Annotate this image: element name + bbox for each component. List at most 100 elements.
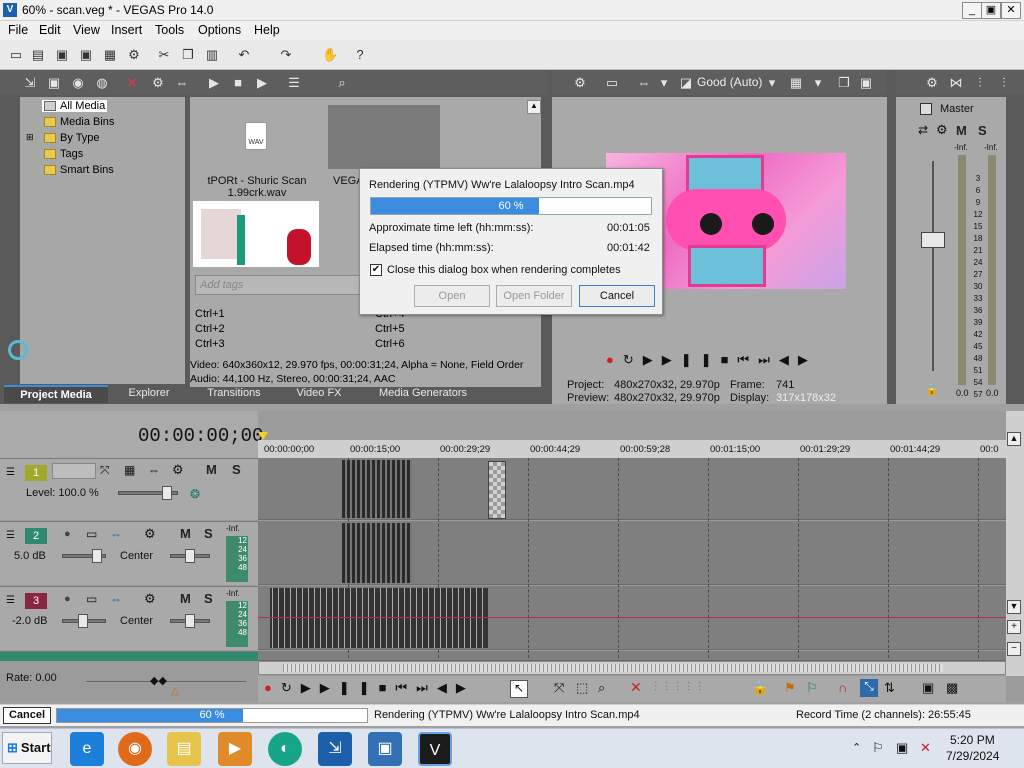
next-frame-icon[interactable]: ▶: [456, 680, 475, 695]
tab-explorer[interactable]: Explorer: [110, 385, 188, 403]
scroll-up-button[interactable]: ▲: [1007, 432, 1021, 446]
video-clip-transparent[interactable]: [488, 461, 506, 519]
preview-properties-icon[interactable]: ⚙: [572, 75, 588, 91]
show-hidden-icons[interactable]: ⌃: [852, 741, 861, 754]
virtualbox-icon[interactable]: ▣: [368, 732, 402, 766]
auto-ripple-icon[interactable]: ⤡: [860, 679, 878, 697]
app-icon-blue[interactable]: ⇲: [318, 732, 352, 766]
menu-file[interactable]: File: [8, 23, 28, 37]
delete-icon[interactable]: ✕: [630, 679, 642, 696]
internet-explorer-icon[interactable]: e: [70, 732, 104, 766]
playhead-marker-icon[interactable]: [258, 432, 268, 440]
track-name-field[interactable]: [52, 463, 96, 479]
parent-overlay-icon[interactable]: ⇔: [148, 463, 160, 477]
pan-slider-handle[interactable]: [185, 614, 195, 628]
track-motion-icon[interactable]: ⤧: [100, 463, 110, 478]
paste-icon[interactable]: ▥: [204, 47, 220, 63]
scroll-up-button[interactable]: ▲: [527, 100, 541, 114]
start-button[interactable]: ⊞ Start: [2, 732, 52, 764]
zoom-in-icon[interactable]: +: [1007, 620, 1021, 634]
tree-item-tags[interactable]: Tags: [44, 148, 83, 160]
arm-record-icon[interactable]: ●: [64, 528, 71, 540]
master-solo-button[interactable]: S: [978, 123, 987, 138]
go-to-end-icon[interactable]: ⏭: [416, 680, 437, 695]
import-media-icon[interactable]: ⇲: [22, 75, 38, 91]
channel-icon[interactable]: ⫶: [996, 75, 1012, 91]
pause-icon[interactable]: ❚❚: [681, 352, 721, 367]
undo-icon[interactable]: ↶: [236, 47, 252, 63]
menu-edit[interactable]: Edit: [39, 23, 61, 37]
stop-icon[interactable]: ■: [230, 75, 246, 91]
play-from-start-icon[interactable]: ▶: [643, 352, 662, 367]
remove-icon[interactable]: ✕: [124, 75, 140, 91]
capture-icon[interactable]: ▣: [46, 75, 62, 91]
audio-clip-events-2[interactable]: [342, 523, 412, 583]
media-fx-icon[interactable]: ⚙: [150, 75, 166, 91]
prev-frame-icon[interactable]: ◀: [779, 352, 798, 367]
file-explorer-icon[interactable]: ▤: [167, 732, 201, 766]
track-fx-icon[interactable]: ⚙: [144, 526, 156, 542]
track-fx-icon[interactable]: ⚙: [172, 462, 184, 478]
snapping-magnet-icon[interactable]: ∩: [838, 680, 847, 695]
invert-phase-icon[interactable]: ▭: [86, 527, 97, 541]
pause-icon[interactable]: ❚❚: [339, 680, 379, 695]
volume-slider-handle[interactable]: [78, 614, 88, 628]
zoom-out-icon[interactable]: −: [1007, 642, 1021, 656]
stop-icon[interactable]: ■: [721, 352, 738, 367]
dropdown-icon[interactable]: ▾: [810, 75, 826, 91]
master-fx-icon[interactable]: ⇄: [918, 123, 928, 137]
split-screen-icon[interactable]: ⇔: [636, 75, 652, 91]
master-properties-icon[interactable]: ⚙: [924, 75, 940, 91]
track-header-audio-4[interactable]: [0, 651, 258, 661]
ripple-mode-icon[interactable]: ⇅: [884, 680, 895, 696]
menu-view[interactable]: View: [73, 23, 100, 37]
tab-media-generators[interactable]: Media Generators: [360, 385, 486, 403]
save-snapshot-icon[interactable]: ▣: [858, 75, 874, 91]
tree-item-by-type[interactable]: By Type: [44, 132, 100, 144]
minimize-button[interactable]: _: [962, 2, 982, 19]
clock-date[interactable]: 7/29/2024: [946, 749, 999, 763]
downmix-icon[interactable]: ⋈: [948, 75, 964, 91]
tree-item-media-bins[interactable]: Media Bins: [44, 116, 114, 128]
media-thumbnail-video[interactable]: [193, 201, 319, 267]
menu-insert[interactable]: Insert: [111, 23, 142, 37]
prev-frame-icon[interactable]: ◀: [437, 680, 456, 695]
collapse-track-icon[interactable]: ☰: [6, 530, 15, 541]
web-icon[interactable]: ◍: [94, 75, 110, 91]
zoom-tool-icon[interactable]: ⌕: [598, 680, 605, 696]
save-icon[interactable]: ▣: [54, 47, 70, 63]
screen-capture-icon[interactable]: ▩: [946, 680, 958, 696]
scroll-thumb[interactable]: [283, 664, 943, 672]
tab-video-fx[interactable]: Video FX: [280, 385, 358, 403]
open-folder-button[interactable]: Open Folder: [496, 285, 572, 307]
render-to-track-icon[interactable]: ▣: [922, 680, 934, 696]
collapse-track-icon[interactable]: ☰: [6, 467, 15, 478]
get-media-icon[interactable]: ◉: [70, 75, 86, 91]
media-thumbnail-gray[interactable]: [328, 105, 440, 169]
rate-slider-handle[interactable]: ◆◆: [150, 674, 167, 687]
network-icon[interactable]: ▣: [896, 740, 908, 756]
track-mute-button[interactable]: M: [206, 462, 217, 477]
track-channels-icon[interactable]: ⇔: [110, 592, 122, 606]
track-mute-button[interactable]: M: [180, 591, 191, 606]
track-solo-button[interactable]: S: [204, 591, 213, 606]
media-generators-icon[interactable]: ⇔: [174, 75, 190, 91]
play-icon[interactable]: ▶: [206, 75, 222, 91]
copy-icon[interactable]: ❐: [180, 47, 196, 63]
render-icon[interactable]: ▦: [102, 47, 118, 63]
track-channels-icon[interactable]: ⇔: [110, 527, 122, 541]
properties-icon[interactable]: ⚙: [126, 47, 142, 63]
region-icon[interactable]: ⚐: [806, 680, 818, 696]
next-frame-icon[interactable]: ▶: [798, 352, 817, 367]
lock-envelopes-icon[interactable]: 🔒: [752, 680, 768, 696]
expand-icon[interactable]: ⊞: [26, 132, 34, 143]
record-icon[interactable]: ●: [264, 680, 281, 695]
track-solo-button[interactable]: S: [232, 462, 241, 477]
tab-project-media[interactable]: Project Media: [4, 385, 108, 403]
close-button[interactable]: ✕: [1001, 2, 1021, 19]
cut-icon[interactable]: ✂: [156, 47, 172, 63]
master-fader-handle[interactable]: [921, 232, 945, 248]
close-when-done-checkbox[interactable]: ✔: [370, 264, 382, 276]
auto-preview-icon[interactable]: ▶: [254, 75, 270, 91]
tab-transitions[interactable]: Transitions: [190, 385, 278, 403]
